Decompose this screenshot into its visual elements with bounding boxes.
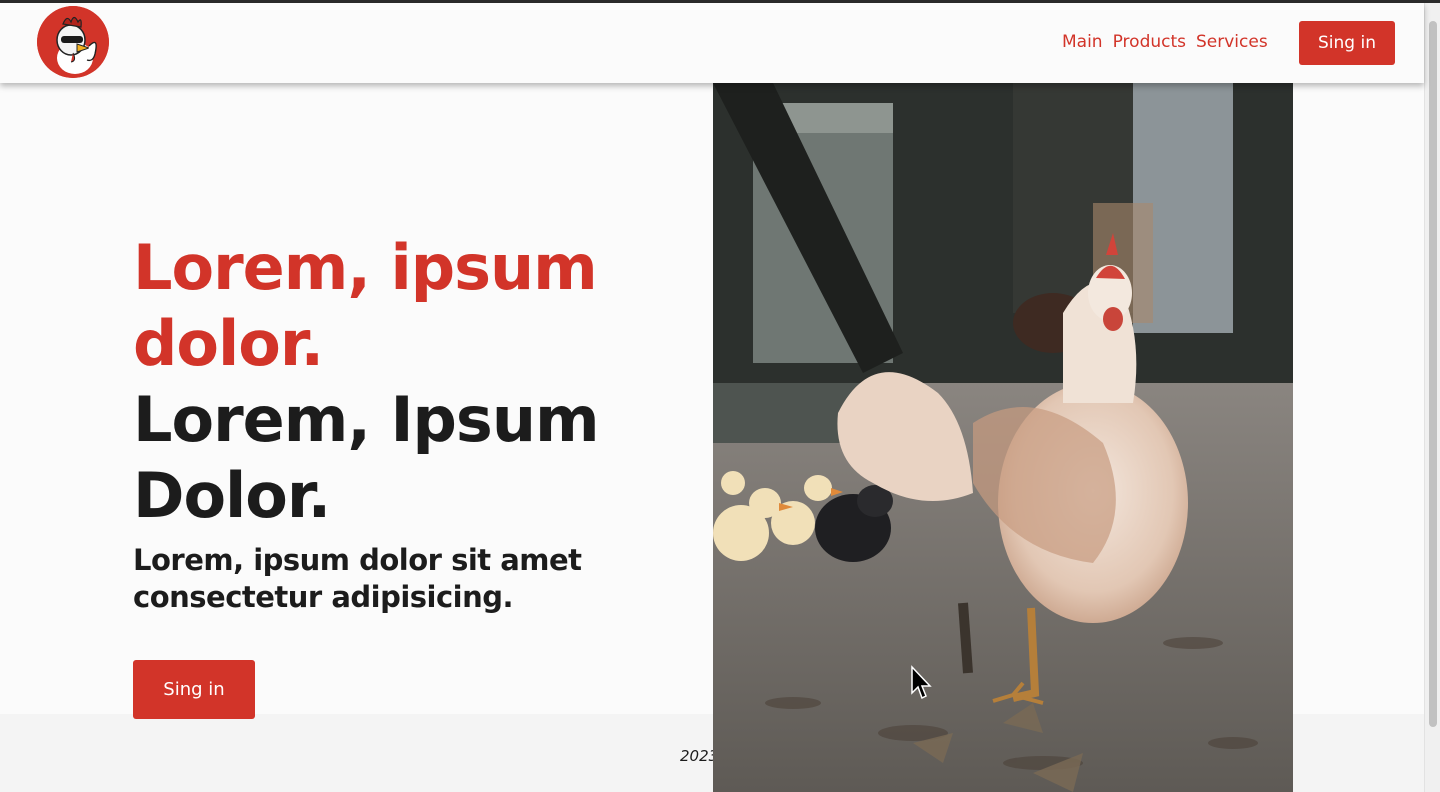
- nav-signin-button[interactable]: Sing in: [1299, 21, 1395, 65]
- rooster-logo-icon: [37, 6, 109, 78]
- hen-photo-illustration: [713, 83, 1293, 792]
- hero-subtitle-line1: Lorem, ipsum dolor sit amet: [133, 543, 582, 577]
- scrollbar-thumb[interactable]: [1429, 21, 1437, 727]
- nav-link-services[interactable]: Services: [1196, 32, 1268, 52]
- logo[interactable]: [37, 6, 109, 78]
- nav-link-products[interactable]: Products: [1113, 32, 1186, 52]
- hero-text: Lorem, ipsum dolor. Lorem, Ipsum Dolor. …: [133, 230, 653, 616]
- scrollbar[interactable]: [1424, 3, 1440, 792]
- navbar: Main Products Services Sing in: [0, 3, 1424, 83]
- hero-title-red-line1: Lorem, ipsum: [133, 231, 598, 304]
- hero-signin-button[interactable]: Sing in: [133, 660, 255, 719]
- hero-title-dark-line1: Lorem, Ipsum: [133, 383, 600, 456]
- nav-menu: Main Products Services: [1062, 32, 1268, 52]
- hero-title-red-line2: dolor.: [133, 307, 324, 380]
- hero-title-dark-line2: Dolor.: [133, 459, 331, 532]
- mouse-cursor-icon: [911, 665, 932, 700]
- hero-subtitle-line2: consectetur adipisicing.: [133, 580, 514, 614]
- nav-link-main[interactable]: Main: [1062, 32, 1103, 52]
- hero-image: [713, 83, 1293, 792]
